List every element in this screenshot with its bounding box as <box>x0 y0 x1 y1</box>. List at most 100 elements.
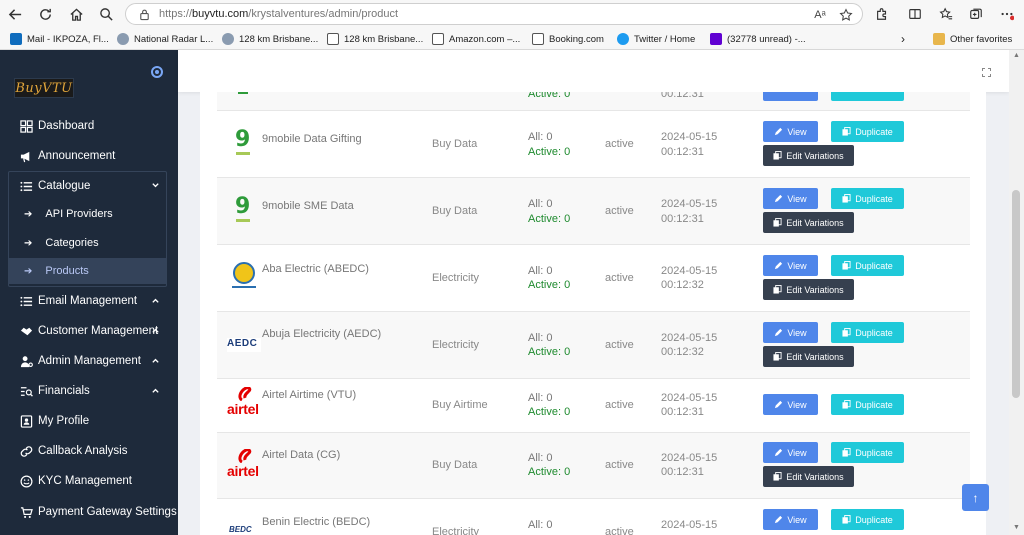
sidebar-item-email-management[interactable]: Email Management <box>0 289 178 313</box>
sidebar: BuyVTU Dashboard Announcement Catalogue … <box>0 50 178 535</box>
all-count: All: 0 <box>528 519 553 531</box>
sidebar-item-my-profile[interactable]: My Profile <box>0 409 178 433</box>
sidebar-item-kyc-management[interactable]: KYC Management <box>0 469 178 493</box>
duplicate-button[interactable]: Duplicate <box>831 255 904 276</box>
duplicate-button-label: Duplicate <box>855 447 893 458</box>
sidebar-toggle-icon[interactable] <box>151 66 163 78</box>
bookmark-brisbane-2[interactable]: 128 km Brisbane... <box>327 31 423 47</box>
scrollbar-thumb[interactable] <box>1012 190 1020 398</box>
view-button-label: View <box>787 260 807 271</box>
scroll-to-top-button[interactable]: ↑ <box>962 484 989 511</box>
edit-variations-button[interactable]: Edit Variations <box>763 466 854 487</box>
fullscreen-icon[interactable] <box>982 68 991 77</box>
view-button[interactable]: View <box>763 121 818 142</box>
read-aloud-icon[interactable]: Aᵃ <box>812 7 828 23</box>
scroll-up-arrow-icon[interactable]: ▲ <box>1013 52 1020 59</box>
other-favorites[interactable]: Other favorites <box>933 31 1012 47</box>
browser-toolbar: https://buyvtu.com/krystalventures/admin… <box>0 0 1024 50</box>
refresh-icon[interactable] <box>35 4 55 24</box>
favorites-icon[interactable] <box>937 5 955 23</box>
table-row: AEDC Abuja Electricity (AEDC) Electricit… <box>217 312 970 379</box>
sidebar-item-dashboard[interactable]: Dashboard <box>0 114 178 138</box>
extensions-icon[interactable] <box>873 5 891 23</box>
product-logo: airtel <box>227 449 259 479</box>
duplicate-button[interactable]: Duplicate <box>831 322 904 343</box>
copy-icon <box>842 261 851 270</box>
copy-icon <box>773 218 782 227</box>
bookmark-booking[interactable]: Booking.com <box>532 31 604 47</box>
product-category: Buy Data <box>432 138 478 150</box>
view-button[interactable]: View <box>763 509 818 530</box>
sidebar-item-announcement[interactable]: Announcement <box>0 144 178 168</box>
twitter-icon <box>617 33 629 45</box>
lock-icon[interactable] <box>138 8 151 21</box>
collections-icon[interactable] <box>967 5 985 23</box>
edit-variations-button[interactable]: Edit Variations <box>763 145 854 166</box>
home-icon[interactable] <box>66 4 86 24</box>
duplicate-button[interactable]: Duplicate <box>831 121 904 142</box>
bookmark-label: (32778 unread) -... <box>727 33 806 45</box>
scroll-down-arrow-icon[interactable]: ▼ <box>1013 524 1020 531</box>
product-logo <box>238 92 248 94</box>
logo-9mobile-mark: 9 <box>235 194 251 219</box>
view-button[interactable]: View <box>763 188 818 209</box>
view-button[interactable]: View <box>763 394 818 415</box>
bookmark-mail[interactable]: Mail - IKPOZA, Fl... <box>10 31 109 47</box>
duplicate-button[interactable]: Duplicate <box>831 188 904 209</box>
duplicate-button[interactable] <box>831 92 904 101</box>
url-host: buyvtu.com <box>192 8 249 20</box>
bookmark-national-radar[interactable]: National Radar L... <box>117 31 213 47</box>
split-screen-icon[interactable] <box>906 5 924 23</box>
copy-icon <box>842 328 851 337</box>
sidebar-item-api-providers[interactable]: ➔ API Providers <box>9 201 166 227</box>
address-bar[interactable]: https://buyvtu.com/krystalventures/admin… <box>125 3 863 25</box>
sidebar-item-payment-gateway-settings[interactable]: Payment Gateway Settings <box>0 500 178 524</box>
url-text[interactable]: https://buyvtu.com/krystalventures/admin… <box>159 8 398 20</box>
sidebar-item-admin-management[interactable]: Admin Management <box>0 349 178 373</box>
bookmark-amazon[interactable]: Amazon.com –... <box>432 31 520 47</box>
airtel-logo-text: airtel <box>227 401 259 417</box>
abedc-logo-icon <box>232 262 256 288</box>
bookmark-twitter[interactable]: Twitter / Home <box>617 31 695 47</box>
chevron-down-icon <box>152 183 159 188</box>
duplicate-button[interactable]: Duplicate <box>831 442 904 463</box>
settings-more-icon[interactable] <box>998 5 1016 23</box>
status-text: active <box>605 459 634 471</box>
duplicate-button[interactable]: Duplicate <box>831 394 904 415</box>
status-text: active <box>605 526 634 535</box>
pencil-icon <box>774 127 783 136</box>
sidebar-item-financials[interactable]: Financials <box>0 379 178 403</box>
duplicate-button[interactable]: Duplicate <box>831 509 904 530</box>
edit-variations-button[interactable]: Edit Variations <box>763 279 854 300</box>
sidebar-item-products[interactable]: ➔ Products <box>9 258 166 284</box>
product-name: Benin Electric (BEDC) <box>262 516 371 528</box>
sidebar-item-categories[interactable]: ➔ Categories <box>9 230 166 256</box>
edit-variations-button[interactable]: Edit Variations <box>763 212 854 233</box>
edit-variations-button[interactable]: Edit Variations <box>763 346 854 367</box>
favorite-star-icon[interactable] <box>838 7 854 23</box>
view-button[interactable]: View <box>763 322 818 343</box>
sidebar-item-customer-management[interactable]: Customer Management <box>0 319 178 343</box>
logo-9mobile-mark: 9 <box>235 127 251 152</box>
back-icon[interactable] <box>5 4 25 24</box>
sidebar-item-callback-analysis[interactable]: Callback Analysis <box>0 439 178 463</box>
product-category: Electricity <box>432 526 480 535</box>
bookmark-brisbane-1[interactable]: 128 km Brisbane... <box>222 31 318 47</box>
bookmarks-overflow-chevron-icon[interactable]: › <box>901 31 905 47</box>
airtel-logo-text: airtel <box>227 463 259 479</box>
view-button[interactable]: View <box>763 255 818 276</box>
pencil-icon <box>774 400 783 409</box>
bookmark-label: Mail - IKPOZA, Fl... <box>27 33 109 45</box>
brand-logo[interactable]: BuyVTU <box>14 78 74 98</box>
search-icon[interactable] <box>96 4 116 24</box>
all-count: All: 0 <box>528 392 553 404</box>
megaphone-icon <box>19 149 33 163</box>
sidebar-item-catalogue[interactable]: Catalogue <box>0 174 178 198</box>
view-button[interactable] <box>763 92 818 101</box>
arrow-right-icon: ➔ <box>24 208 33 220</box>
yahoo-icon <box>710 33 722 45</box>
view-button[interactable]: View <box>763 442 818 463</box>
table-row: Aba Electric (ABEDC) Electricity All: 0 … <box>217 245 970 312</box>
chevron-up-icon <box>152 298 159 303</box>
bookmark-yahoo-mail[interactable]: (32778 unread) -... <box>710 31 806 47</box>
